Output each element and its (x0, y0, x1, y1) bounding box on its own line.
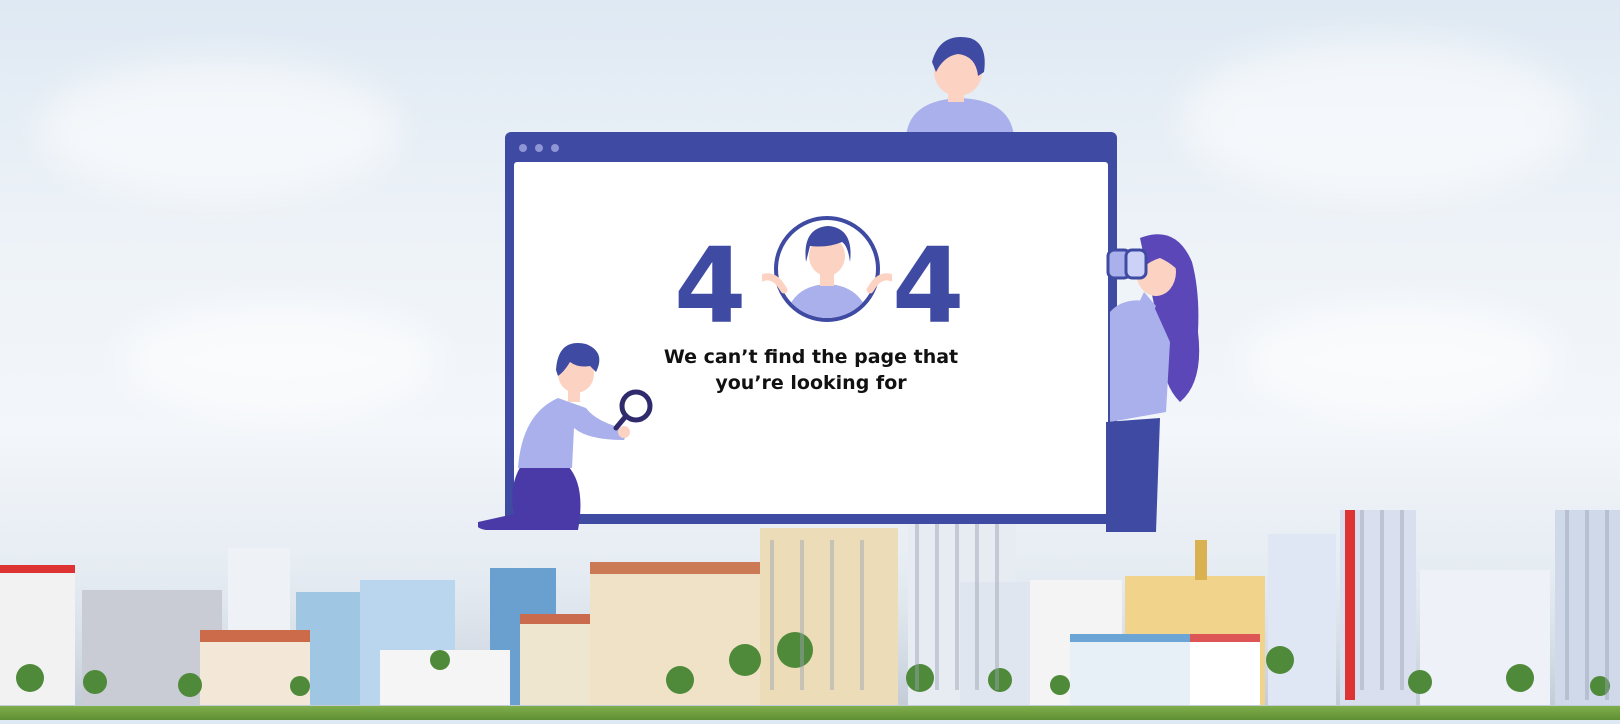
error-page: 4 4 We can’t find the page that you’re l… (0, 0, 1620, 720)
person-magnifier-icon (478, 343, 653, 530)
cloud (40, 60, 400, 200)
cloud (1180, 40, 1580, 200)
error-digit-left: 4 (674, 225, 747, 347)
window-dot (535, 144, 543, 152)
person-binoculars-icon (1106, 234, 1200, 532)
person-peeking-icon (906, 37, 1014, 136)
cloud (120, 300, 440, 420)
building-group (0, 462, 1620, 705)
error-digit-right: 4 (892, 225, 965, 347)
window-dot (519, 144, 527, 152)
grass-strip (0, 706, 1620, 720)
city-skyline (0, 462, 1620, 720)
cloud (1240, 300, 1560, 420)
window-dot (551, 144, 559, 152)
person-shrug-icon (762, 216, 892, 322)
skyline-illustration (0, 462, 1620, 720)
